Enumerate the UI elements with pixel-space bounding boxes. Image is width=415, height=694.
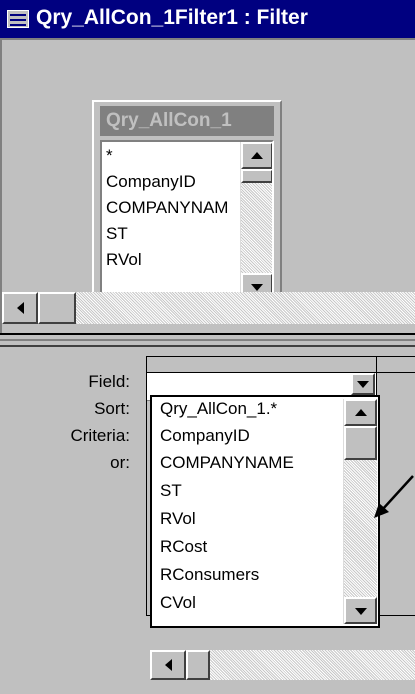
query-window-icon[interactable] (7, 10, 29, 28)
lower-hscrollbar[interactable] (150, 650, 415, 680)
field-list-item[interactable]: COMPANYNAM (106, 198, 228, 218)
row-label-criteria: Criteria: (70, 426, 130, 445)
field-list-item[interactable]: * (106, 146, 113, 166)
table-title[interactable]: Qry_AllCon_1 (100, 106, 274, 136)
title-bar[interactable]: Qry_AllCon_1Filter1 : Filter (0, 0, 415, 38)
chevron-down-icon[interactable] (351, 373, 375, 395)
arrow-up-icon[interactable] (241, 142, 272, 169)
table-field-list[interactable]: Qry_AllCon_1 * CompanyID COMPANYNAM ST R… (92, 100, 282, 310)
field-list-item[interactable]: RVol (106, 250, 142, 270)
arrow-left-icon[interactable] (150, 650, 186, 680)
field-list-item[interactable]: CompanyID (106, 172, 196, 192)
dropdown-option[interactable]: ST (160, 481, 182, 501)
field-list[interactable]: * CompanyID COMPANYNAM ST RVol (100, 140, 274, 302)
window-title: Qry_AllCon_1Filter1 : Filter (36, 6, 308, 29)
scroll-track[interactable] (241, 169, 272, 273)
pane-splitter[interactable] (0, 333, 415, 347)
field-list-item[interactable]: ST (106, 224, 128, 244)
row-label-or: or: (110, 453, 130, 472)
scroll-track[interactable] (186, 650, 415, 680)
scroll-thumb[interactable] (241, 169, 272, 183)
dropdown-option[interactable]: CompanyID (160, 426, 250, 446)
arrow-down-icon[interactable] (344, 597, 377, 624)
upper-hscrollbar[interactable] (2, 292, 415, 324)
dropdown-option[interactable]: Qry_AllCon_1.* (160, 399, 277, 419)
pointer-arrow-icon (374, 475, 414, 518)
arrow-up-icon[interactable] (344, 399, 377, 426)
dropdown-option[interactable]: RConsumers (160, 565, 259, 585)
row-label-sort: Sort: (94, 399, 130, 418)
dropdown-option[interactable]: RCost (160, 537, 207, 557)
dropdown-option[interactable]: COMPANYNAME (160, 453, 294, 473)
table-design-pane[interactable]: Qry_AllCon_1 * CompanyID COMPANYNAM ST R… (0, 38, 415, 333)
row-label-field: Field: (88, 372, 130, 391)
dropdown-option[interactable]: RVol (160, 509, 196, 529)
scroll-thumb[interactable] (38, 292, 76, 324)
scroll-thumb[interactable] (186, 650, 210, 680)
scroll-track[interactable] (38, 292, 415, 324)
field-list-scrollbar[interactable] (240, 142, 272, 300)
field-dropdown-list[interactable]: Qry_AllCon_1.* CompanyID COMPANYNAME ST … (150, 395, 380, 628)
arrow-left-icon[interactable] (2, 292, 38, 324)
scroll-thumb[interactable] (344, 426, 377, 460)
dropdown-option[interactable]: CVol (160, 593, 196, 613)
